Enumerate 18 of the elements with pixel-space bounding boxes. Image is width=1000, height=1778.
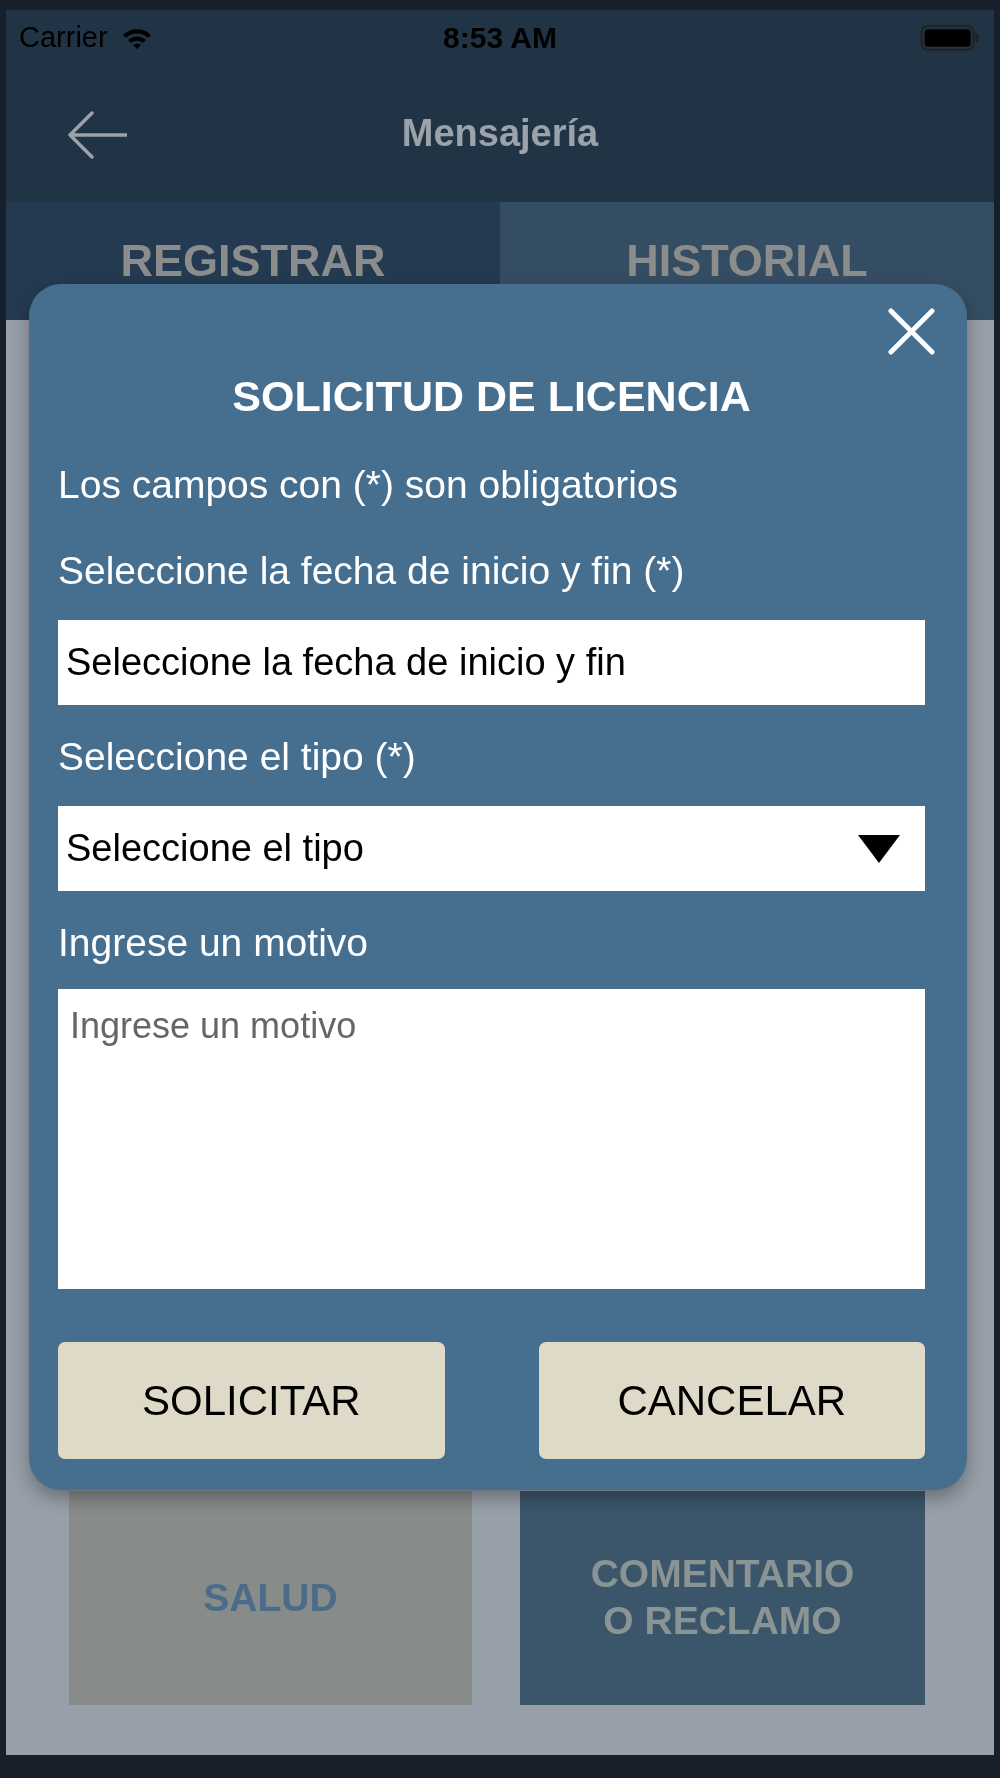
back-arrow-icon[interactable] xyxy=(67,111,127,159)
battery-icon xyxy=(920,24,980,51)
wifi-icon xyxy=(121,26,152,49)
field-label: Ingrese un motivo xyxy=(58,923,369,963)
field-label: Seleccione la fecha de inicio y fin (*) xyxy=(58,551,686,591)
dialog-title: SOLICITUD DE LICENCIA xyxy=(231,374,752,418)
required-note: Los campos con (*) son obligatorios xyxy=(58,465,679,505)
submit-button[interactable]: SOLICITAR xyxy=(58,1342,445,1459)
carrier-label: Carrier xyxy=(19,21,108,54)
reason-field[interactable]: Ingrese un motivo xyxy=(58,989,925,1289)
field-label: Seleccione el tipo (*) xyxy=(58,737,417,777)
header-title: Mensajería xyxy=(401,112,599,155)
close-icon[interactable] xyxy=(888,308,935,355)
clock-time: 8:53 AM xyxy=(443,20,557,55)
caret-icon xyxy=(858,834,900,863)
type-dropdown[interactable]: Seleccione el tipo xyxy=(58,806,925,891)
date-field[interactable]: Seleccione la fecha de inicio y fin xyxy=(58,620,925,705)
cancel-button[interactable]: CANCELAR xyxy=(538,1342,925,1459)
